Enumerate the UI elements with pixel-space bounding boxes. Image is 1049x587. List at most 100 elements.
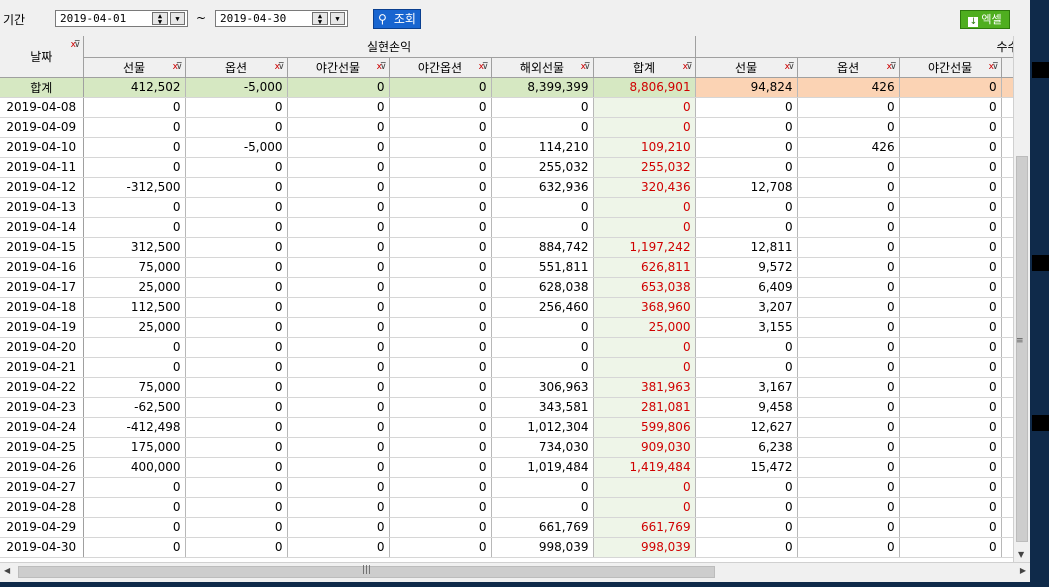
start-date-input[interactable]: 2019-04-01 ▲ ▼ ▼ (55, 10, 188, 27)
col-header-overflow (1001, 57, 1013, 78)
filter-icon[interactable]: x⊽ (683, 62, 693, 72)
total-row[interactable]: 합계 412,502 -5,000 0 0 8,399,399 8,806,90… (0, 77, 1013, 98)
table-row[interactable]: 2019-04-12 -312,500 0 0 0 632,936 320,436 12,70… (0, 177, 1013, 198)
table-row[interactable]: 2019-04-09 0 0 0 0 0 0 0 0 0 (0, 117, 1013, 138)
cell: 0 (797, 177, 900, 198)
cell: 0 (797, 417, 900, 438)
cell-overflow (1001, 237, 1013, 258)
cell: 0 (797, 377, 900, 398)
cell: 0 (899, 357, 1002, 378)
end-date-dropdown-icon[interactable]: ▼ (330, 12, 345, 25)
cell: 281,081 (593, 397, 696, 418)
scroll-down-arrow-icon[interactable]: ▼ (1018, 550, 1024, 559)
table-row[interactable]: 2019-04-20 0 0 0 0 0 0 0 0 0 (0, 337, 1013, 358)
table-row[interactable]: 2019-04-16 75,000 0 0 0 551,811 626,811 9,572 0 0 (0, 257, 1013, 278)
cell: 0 (491, 317, 594, 338)
row-date: 2019-04-09 (0, 117, 84, 138)
table-row[interactable]: 2019-04-15 312,500 0 0 0 884,742 1,197,242 12,8… (0, 237, 1013, 258)
horizontal-scrollbar[interactable]: ◀ ||| ▶ (0, 562, 1030, 580)
table-row[interactable]: 2019-04-19 25,000 0 0 0 0 25,000 3,155 0 0 (0, 317, 1013, 338)
cell-overflow (1001, 337, 1013, 358)
cell: 0 (899, 537, 1002, 558)
table-row[interactable]: 2019-04-18 112,500 0 0 0 256,460 368,960 3,207 0… (0, 297, 1013, 318)
cell: 0 (287, 317, 390, 338)
table-row[interactable]: 2019-04-10 0 -5,000 0 0 114,210 109,210 0 426 0 (0, 137, 1013, 158)
table-row[interactable]: 2019-04-28 0 0 0 0 0 0 0 0 0 (0, 497, 1013, 518)
start-date-spin-icon[interactable]: ▲ ▼ (152, 12, 168, 26)
row-date: 2019-04-18 (0, 297, 84, 318)
table-row[interactable]: 2019-04-22 75,000 0 0 0 306,963 381,963 3,167 0 0 (0, 377, 1013, 398)
cell: 75,000 (83, 257, 186, 278)
filter-icon[interactable]: x⊽ (887, 62, 897, 72)
filter-icon[interactable]: x⊽ (377, 62, 387, 72)
filter-icon[interactable]: x⊽ (71, 40, 81, 50)
query-button[interactable]: ⚲ 조회 (373, 9, 421, 29)
row-date: 2019-04-26 (0, 457, 84, 478)
table-row[interactable]: 2019-04-17 25,000 0 0 0 628,038 653,038 6,409 0 0 (0, 277, 1013, 298)
cell: 0 (593, 197, 696, 218)
cell: 400,000 (83, 457, 186, 478)
col-header-fee-options[interactable]: 옵션 x⊽ (797, 57, 900, 78)
cell: 112,500 (83, 297, 186, 318)
table-row[interactable]: 2019-04-30 0 0 0 0 998,039 998,039 0 0 0 (0, 537, 1013, 558)
filter-icon[interactable]: x⊽ (581, 62, 591, 72)
table-row[interactable]: 2019-04-08 0 0 0 0 0 0 0 0 0 (0, 97, 1013, 118)
cell-overflow (1001, 317, 1013, 338)
col-header-label: 옵션 (837, 60, 860, 75)
col-header-night-futures[interactable]: 야간선물 x⊽ (287, 57, 390, 78)
cell-overflow (1001, 117, 1013, 138)
col-header-futures[interactable]: 선물 x⊽ (83, 57, 186, 78)
cell: 0 (389, 137, 492, 158)
table-row[interactable]: 2019-04-14 0 0 0 0 0 0 0 0 0 (0, 217, 1013, 238)
cell: 0 (797, 277, 900, 298)
desktop-edge (1032, 62, 1049, 78)
table-row[interactable]: 2019-04-29 0 0 0 0 661,769 661,769 0 0 0 (0, 517, 1013, 538)
date-column-header[interactable]: 날짜 x⊽ (0, 36, 84, 78)
col-header-label: 선물 (735, 60, 758, 75)
cell: 0 (185, 117, 288, 138)
cell: 0 (491, 337, 594, 358)
col-header-label: 옵션 (224, 60, 248, 75)
cell: 9,458 (695, 397, 798, 418)
cell: 0 (287, 117, 390, 138)
table-row[interactable]: 2019-04-24 -412,498 0 0 0 1,012,304 599,806 12,… (0, 417, 1013, 438)
end-date-spin-icon[interactable]: ▲ ▼ (312, 12, 328, 26)
cell: -5,000 (185, 77, 288, 98)
cell-overflow (1001, 377, 1013, 398)
col-header-options[interactable]: 옵션 x⊽ (185, 57, 288, 78)
table-row[interactable]: 2019-04-26 400,000 0 0 0 1,019,484 1,419,484 15… (0, 457, 1013, 478)
vertical-scroll-thumb[interactable] (1016, 156, 1028, 542)
cell-overflow (1001, 197, 1013, 218)
scroll-right-arrow-icon[interactable]: ▶ (1020, 566, 1026, 575)
table-row[interactable]: 2019-04-25 175,000 0 0 0 734,030 909,030 6,238 0… (0, 437, 1013, 458)
col-header-total[interactable]: 합계 x⊽ (593, 57, 696, 78)
cell: 0 (287, 97, 390, 118)
cell: 109,210 (593, 137, 696, 158)
col-header-overseas-futures[interactable]: 해외선물 x⊽ (491, 57, 594, 78)
filter-icon[interactable]: x⊽ (989, 62, 999, 72)
table-row[interactable]: 2019-04-23 -62,500 0 0 0 343,581 281,081 9,458 0… (0, 397, 1013, 418)
fee-group-header: 수수료 (695, 36, 1013, 58)
filter-icon[interactable]: x⊽ (479, 62, 489, 72)
cell: 0 (185, 177, 288, 198)
row-date: 2019-04-24 (0, 417, 84, 438)
col-header-night-options[interactable]: 야간옵션 x⊽ (389, 57, 492, 78)
table-row[interactable]: 2019-04-27 0 0 0 0 0 0 0 0 0 (0, 477, 1013, 498)
table-row[interactable]: 2019-04-13 0 0 0 0 0 0 0 0 0 (0, 197, 1013, 218)
filter-icon[interactable]: x⊽ (173, 62, 183, 72)
vertical-scrollbar[interactable]: ≡ ▼ (1013, 36, 1030, 562)
cell: 94,824 (695, 77, 798, 98)
table-row[interactable]: 2019-04-11 0 0 0 0 255,032 255,032 0 0 0 (0, 157, 1013, 178)
filter-icon[interactable]: x⊽ (275, 62, 285, 72)
excel-button[interactable]: ↓ 엑셀 (960, 10, 1010, 29)
end-date-input[interactable]: 2019-04-30 ▲ ▼ ▼ (215, 10, 348, 27)
table-row[interactable]: 2019-04-21 0 0 0 0 0 0 0 0 0 (0, 357, 1013, 378)
cell: 0 (389, 537, 492, 558)
cell: 1,012,304 (491, 417, 594, 438)
filter-icon[interactable]: x⊽ (785, 62, 795, 72)
start-date-dropdown-icon[interactable]: ▼ (170, 12, 185, 25)
col-header-fee-futures[interactable]: 선물 x⊽ (695, 57, 798, 78)
scroll-left-arrow-icon[interactable]: ◀ (4, 566, 10, 575)
cell: 0 (185, 317, 288, 338)
col-header-fee-night-futures[interactable]: 야간선물 x⊽ (899, 57, 1002, 78)
